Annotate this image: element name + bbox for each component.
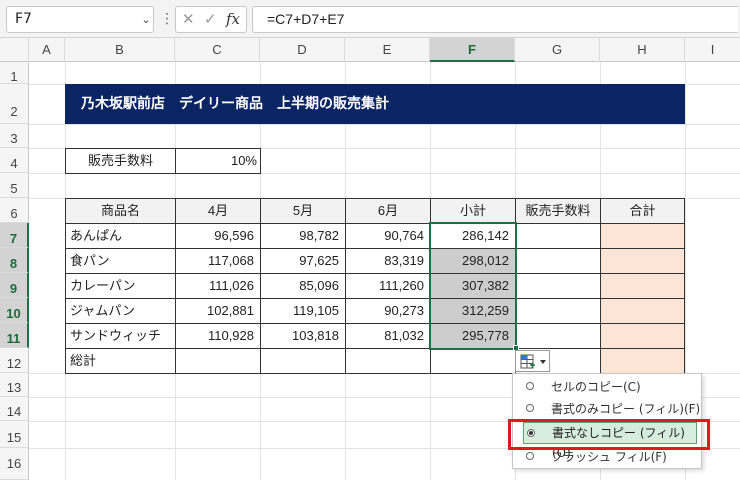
row-header-3[interactable]: 3	[0, 124, 29, 148]
column-header-f[interactable]: F	[430, 38, 515, 62]
table-cell-jun[interactable]: 111,260	[345, 273, 431, 299]
auto-fill-icon	[520, 354, 546, 369]
table-cell-apr[interactable]: 110,928	[175, 323, 261, 349]
table-cell-may[interactable]: 103,818	[260, 323, 346, 349]
row-header-8[interactable]: 8	[0, 248, 29, 273]
enter-icon[interactable]: ✓	[204, 7, 217, 32]
sheet-title-cell[interactable]: 乃木坂駅前店 デイリー商品 上半期の販売集計	[65, 84, 685, 124]
column-header-b[interactable]: B	[65, 38, 175, 62]
table-cell-product[interactable]: あんぱん	[65, 223, 176, 249]
row-header-16[interactable]: 16	[0, 448, 29, 480]
fee-label-cell[interactable]: 販売手数料	[65, 148, 176, 174]
table-cell-apr[interactable]: 111,026	[175, 273, 261, 299]
header-cell-jun[interactable]: 6月	[345, 198, 431, 224]
grand-total-label-cell[interactable]: 総計	[65, 348, 176, 374]
radio-icon	[526, 404, 534, 412]
row-header-13[interactable]: 13	[0, 373, 29, 397]
column-header-i[interactable]: I	[685, 38, 740, 62]
header-cell-may[interactable]: 5月	[260, 198, 346, 224]
select-all-corner[interactable]	[0, 38, 29, 62]
table-cell-total[interactable]	[600, 273, 685, 299]
table-cell-subtotal-total[interactable]	[430, 348, 516, 374]
row-header-15[interactable]: 15	[0, 421, 29, 448]
table-cell-fee[interactable]	[515, 323, 601, 349]
more-options-icon[interactable]: ⋮	[160, 8, 174, 30]
formula-input[interactable]: =C7+D7+E7	[252, 6, 738, 33]
table-cell-jun[interactable]: 83,319	[345, 248, 431, 274]
fee-rate-cell[interactable]: 10%	[175, 148, 261, 174]
table-cell-total[interactable]	[600, 323, 685, 349]
row-header-7[interactable]: 7	[0, 223, 29, 248]
table-cell-grand-total[interactable]	[600, 348, 685, 374]
table-cell-total[interactable]	[600, 223, 685, 249]
column-header-g[interactable]: G	[515, 38, 600, 62]
column-header-c[interactable]: C	[175, 38, 260, 62]
menu-item-copy-cells[interactable]: セルのコピー(C)	[513, 376, 701, 398]
table-cell-fee[interactable]	[515, 298, 601, 324]
row-header-5[interactable]: 5	[0, 173, 29, 198]
row-header-12[interactable]: 12	[0, 348, 29, 373]
row-header-6[interactable]: 6	[0, 198, 29, 223]
column-header-h[interactable]: H	[600, 38, 685, 62]
table-cell-product[interactable]: サンドウィッチ	[65, 323, 176, 349]
header-cell-product[interactable]: 商品名	[65, 198, 176, 224]
table-cell-apr-total[interactable]	[175, 348, 261, 374]
row-header-10[interactable]: 10	[0, 298, 29, 323]
insert-function-icon[interactable]: fx	[226, 7, 240, 32]
radio-icon	[526, 452, 534, 460]
chevron-down-icon[interactable]: ⌄	[136, 6, 156, 33]
header-cell-total[interactable]: 合計	[600, 198, 685, 224]
column-header-e[interactable]: E	[345, 38, 430, 62]
table-cell-product[interactable]: カレーパン	[65, 273, 176, 299]
auto-fill-options-button[interactable]	[515, 350, 550, 372]
table-cell-may[interactable]: 119,105	[260, 298, 346, 324]
table-cell-jun-total[interactable]	[345, 348, 431, 374]
table-cell-fee[interactable]	[515, 248, 601, 274]
table-cell-total[interactable]	[600, 248, 685, 274]
header-cell-apr[interactable]: 4月	[175, 198, 261, 224]
column-header-d[interactable]: D	[260, 38, 345, 62]
row-header-1[interactable]: 1	[0, 62, 29, 84]
table-cell-fee[interactable]	[515, 223, 601, 249]
row-header-14[interactable]: 14	[0, 397, 29, 421]
table-cell-may[interactable]: 85,096	[260, 273, 346, 299]
table-cell-apr[interactable]: 117,068	[175, 248, 261, 274]
table-cell-jun[interactable]: 81,032	[345, 323, 431, 349]
table-cell-may[interactable]: 98,782	[260, 223, 346, 249]
menu-item-fill-formatting-only[interactable]: 書式のみコピー (フィル)(F)	[513, 398, 701, 420]
name-box[interactable]: F7	[6, 6, 154, 33]
selection-range-border	[429, 222, 517, 350]
row-header-9[interactable]: 9	[0, 273, 29, 298]
table-cell-fee[interactable]	[515, 273, 601, 299]
table-cell-jun[interactable]: 90,764	[345, 223, 431, 249]
formula-buttons: ✕ ✓ fx	[175, 6, 247, 33]
radio-icon	[526, 382, 534, 390]
cancel-icon[interactable]: ✕	[182, 7, 195, 32]
table-cell-product[interactable]: 食パン	[65, 248, 176, 274]
table-cell-apr[interactable]: 102,881	[175, 298, 261, 324]
table-cell-may[interactable]: 97,625	[260, 248, 346, 274]
gridline	[29, 124, 740, 125]
header-cell-fee[interactable]: 販売手数料	[515, 198, 601, 224]
column-header-a[interactable]: A	[29, 38, 65, 62]
table-cell-product[interactable]: ジャムパン	[65, 298, 176, 324]
row-header-11[interactable]: 11	[0, 323, 29, 348]
row-header-4[interactable]: 4	[0, 148, 29, 173]
header-cell-subtotal[interactable]: 小計	[430, 198, 516, 224]
table-cell-jun[interactable]: 90,273	[345, 298, 431, 324]
row-header-2[interactable]: 2	[0, 84, 29, 124]
highlight-annotation-box	[508, 419, 710, 450]
table-cell-apr[interactable]: 96,596	[175, 223, 261, 249]
table-cell-may-total[interactable]	[260, 348, 346, 374]
table-cell-total[interactable]	[600, 298, 685, 324]
